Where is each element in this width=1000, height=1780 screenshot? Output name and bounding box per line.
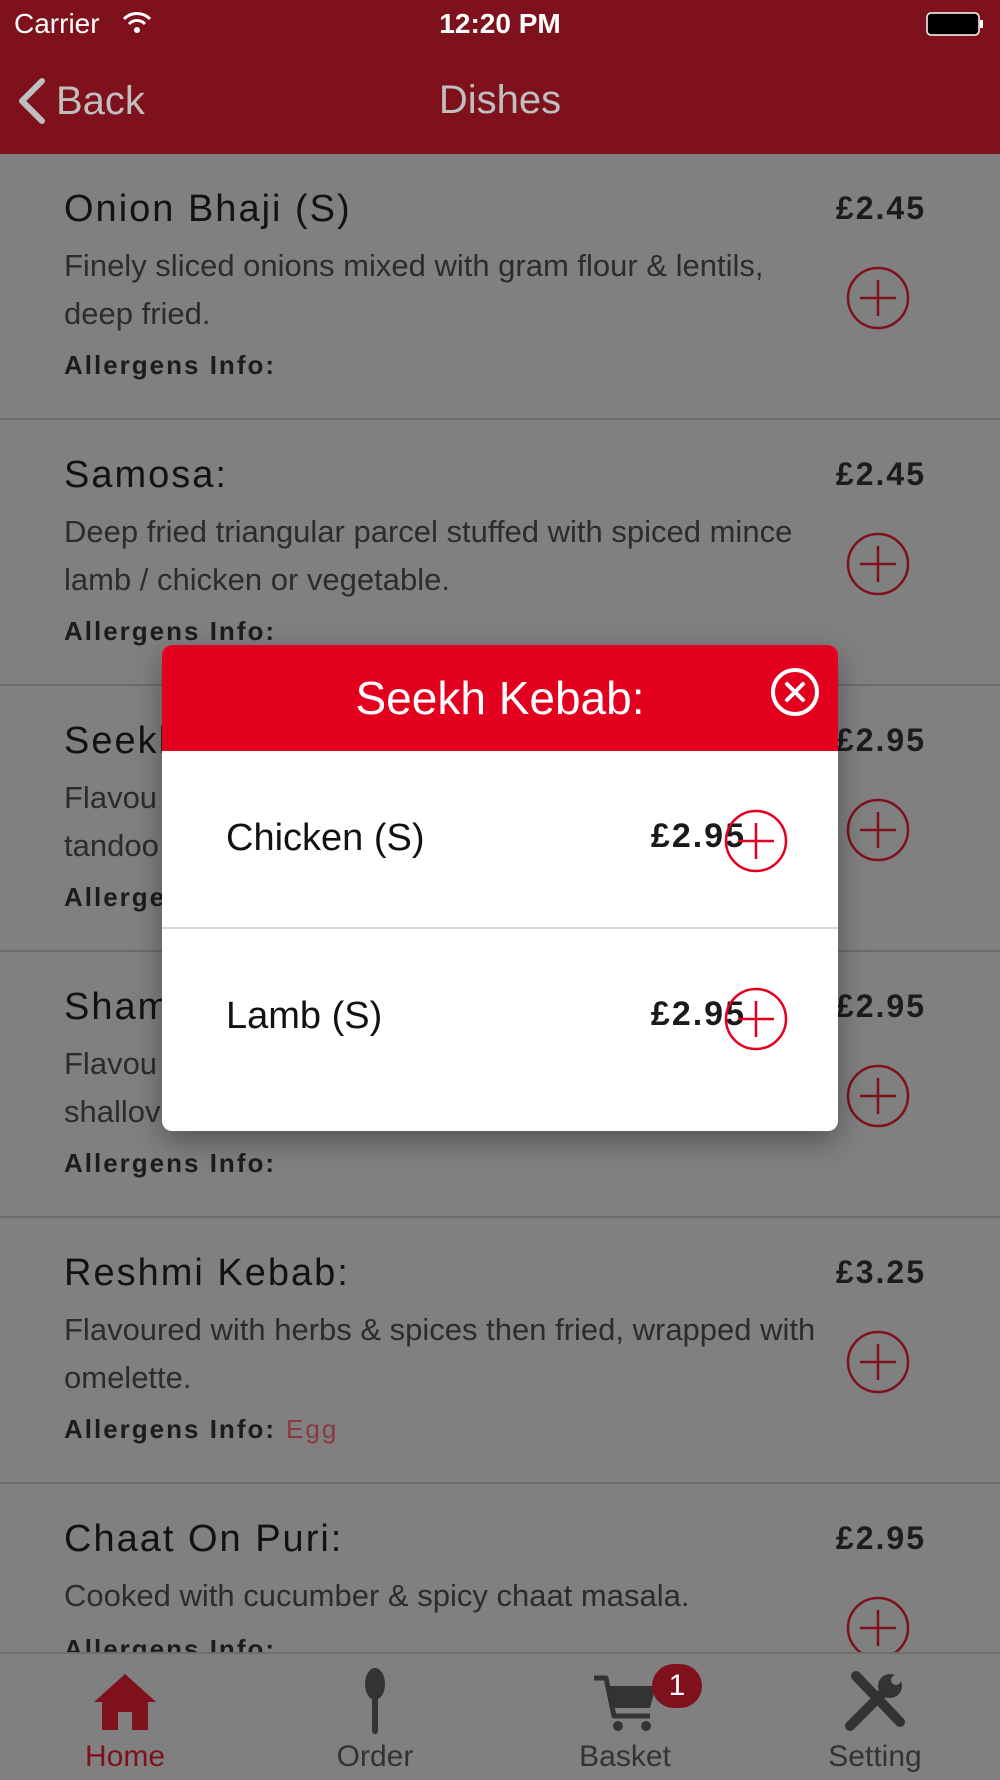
clock: 12:20 PM	[439, 8, 561, 39]
tab-label: Basket	[579, 1740, 671, 1773]
allergen-info: Allergens Info:	[64, 1148, 277, 1178]
options-modal: Seekh Kebab: Chicken (S) £2.95 Lamb (S) …	[162, 645, 838, 1131]
dish-price: £2.95	[835, 988, 926, 1024]
dish-price: £2.95	[835, 722, 926, 758]
dish-description: Deep fried triangular parcel stuffed wit…	[64, 514, 793, 597]
dish-description: Flavoured with herbs & spices then fried…	[64, 1312, 816, 1395]
add-circle-icon[interactable]	[846, 1064, 910, 1128]
tab-label: Home	[84, 1740, 166, 1773]
tools-icon	[845, 1671, 905, 1731]
option-name: Chicken (S)	[226, 817, 425, 859]
dish-price: £3.25	[835, 1254, 926, 1290]
navigation-bar: Back Dishes	[0, 48, 1000, 154]
tab-label: Setting	[828, 1740, 922, 1773]
allergen-info: Allergens Info:	[64, 616, 277, 646]
status-bar: Carrier 12:20 PM	[0, 0, 1000, 48]
add-circle-icon[interactable]	[846, 1596, 910, 1652]
dish-description: Finely sliced onions mixed with gram flo…	[64, 248, 764, 331]
home-icon	[94, 1674, 156, 1730]
allergen-info: Allergens Info:	[64, 1634, 277, 1652]
dish-price: £2.45	[835, 456, 926, 492]
dish-row[interactable]: Reshmi Kebab: Flavoured with herbs & spi…	[0, 1218, 1000, 1484]
add-circle-icon[interactable]	[846, 1330, 910, 1394]
dish-name: Samosa:	[64, 454, 228, 496]
dish-name: Chaat On Puri:	[64, 1518, 344, 1560]
allergen-info: Allerge	[64, 882, 167, 912]
basket-count-badge: 1	[652, 1664, 702, 1708]
dish-description: Flavou shallov	[64, 1046, 161, 1129]
add-circle-icon[interactable]	[846, 266, 910, 330]
add-circle-icon[interactable]	[846, 532, 910, 596]
allergen-value: Egg	[286, 1414, 339, 1444]
allergen-info: Allergens Info:	[64, 350, 277, 380]
tab-bar: Home Order Basket 1 Setting	[0, 1652, 1000, 1780]
option-name: Lamb (S)	[226, 995, 383, 1037]
dish-name: Reshmi Kebab:	[64, 1252, 350, 1294]
modal-header: Seekh Kebab:	[162, 645, 838, 751]
tab-basket[interactable]: Basket	[500, 1654, 750, 1780]
allergen-info: Allergens Info: Egg	[64, 1414, 339, 1444]
option-row[interactable]: Chicken (S) £2.95	[162, 751, 838, 927]
tab-home[interactable]: Home	[0, 1654, 250, 1780]
dish-row[interactable]: Chaat On Puri: Cooked with cucumber & sp…	[0, 1484, 1000, 1652]
add-circle-icon[interactable]	[724, 809, 788, 873]
option-row[interactable]: Lamb (S) £2.95	[162, 929, 838, 1105]
add-circle-icon[interactable]	[846, 798, 910, 862]
option-price: £2.95	[650, 817, 746, 855]
tab-setting[interactable]: Setting	[750, 1654, 1000, 1780]
spoon-icon	[365, 1668, 385, 1734]
dish-description: Flavou tandoo	[64, 780, 159, 863]
dish-price: £2.45	[835, 190, 926, 226]
battery-icon	[926, 12, 983, 36]
add-circle-icon[interactable]	[724, 987, 788, 1051]
page-title: Dishes	[438, 78, 562, 122]
tab-label: Order	[336, 1740, 414, 1773]
dish-name: Onion Bhaji (S)	[64, 188, 352, 230]
dish-row[interactable]: Onion Bhaji (S) Finely sliced onions mix…	[0, 154, 1000, 420]
dish-description: Cooked with cucumber & spicy chaat masal…	[64, 1578, 690, 1613]
tab-order[interactable]: Order	[250, 1654, 500, 1780]
cart-icon	[594, 1675, 656, 1731]
dish-name: Sham	[64, 986, 172, 1028]
modal-title: Seekh Kebab:	[355, 672, 645, 724]
close-icon[interactable]	[770, 667, 820, 717]
dish-price: £2.95	[835, 1520, 926, 1556]
option-price: £2.95	[650, 995, 746, 1033]
